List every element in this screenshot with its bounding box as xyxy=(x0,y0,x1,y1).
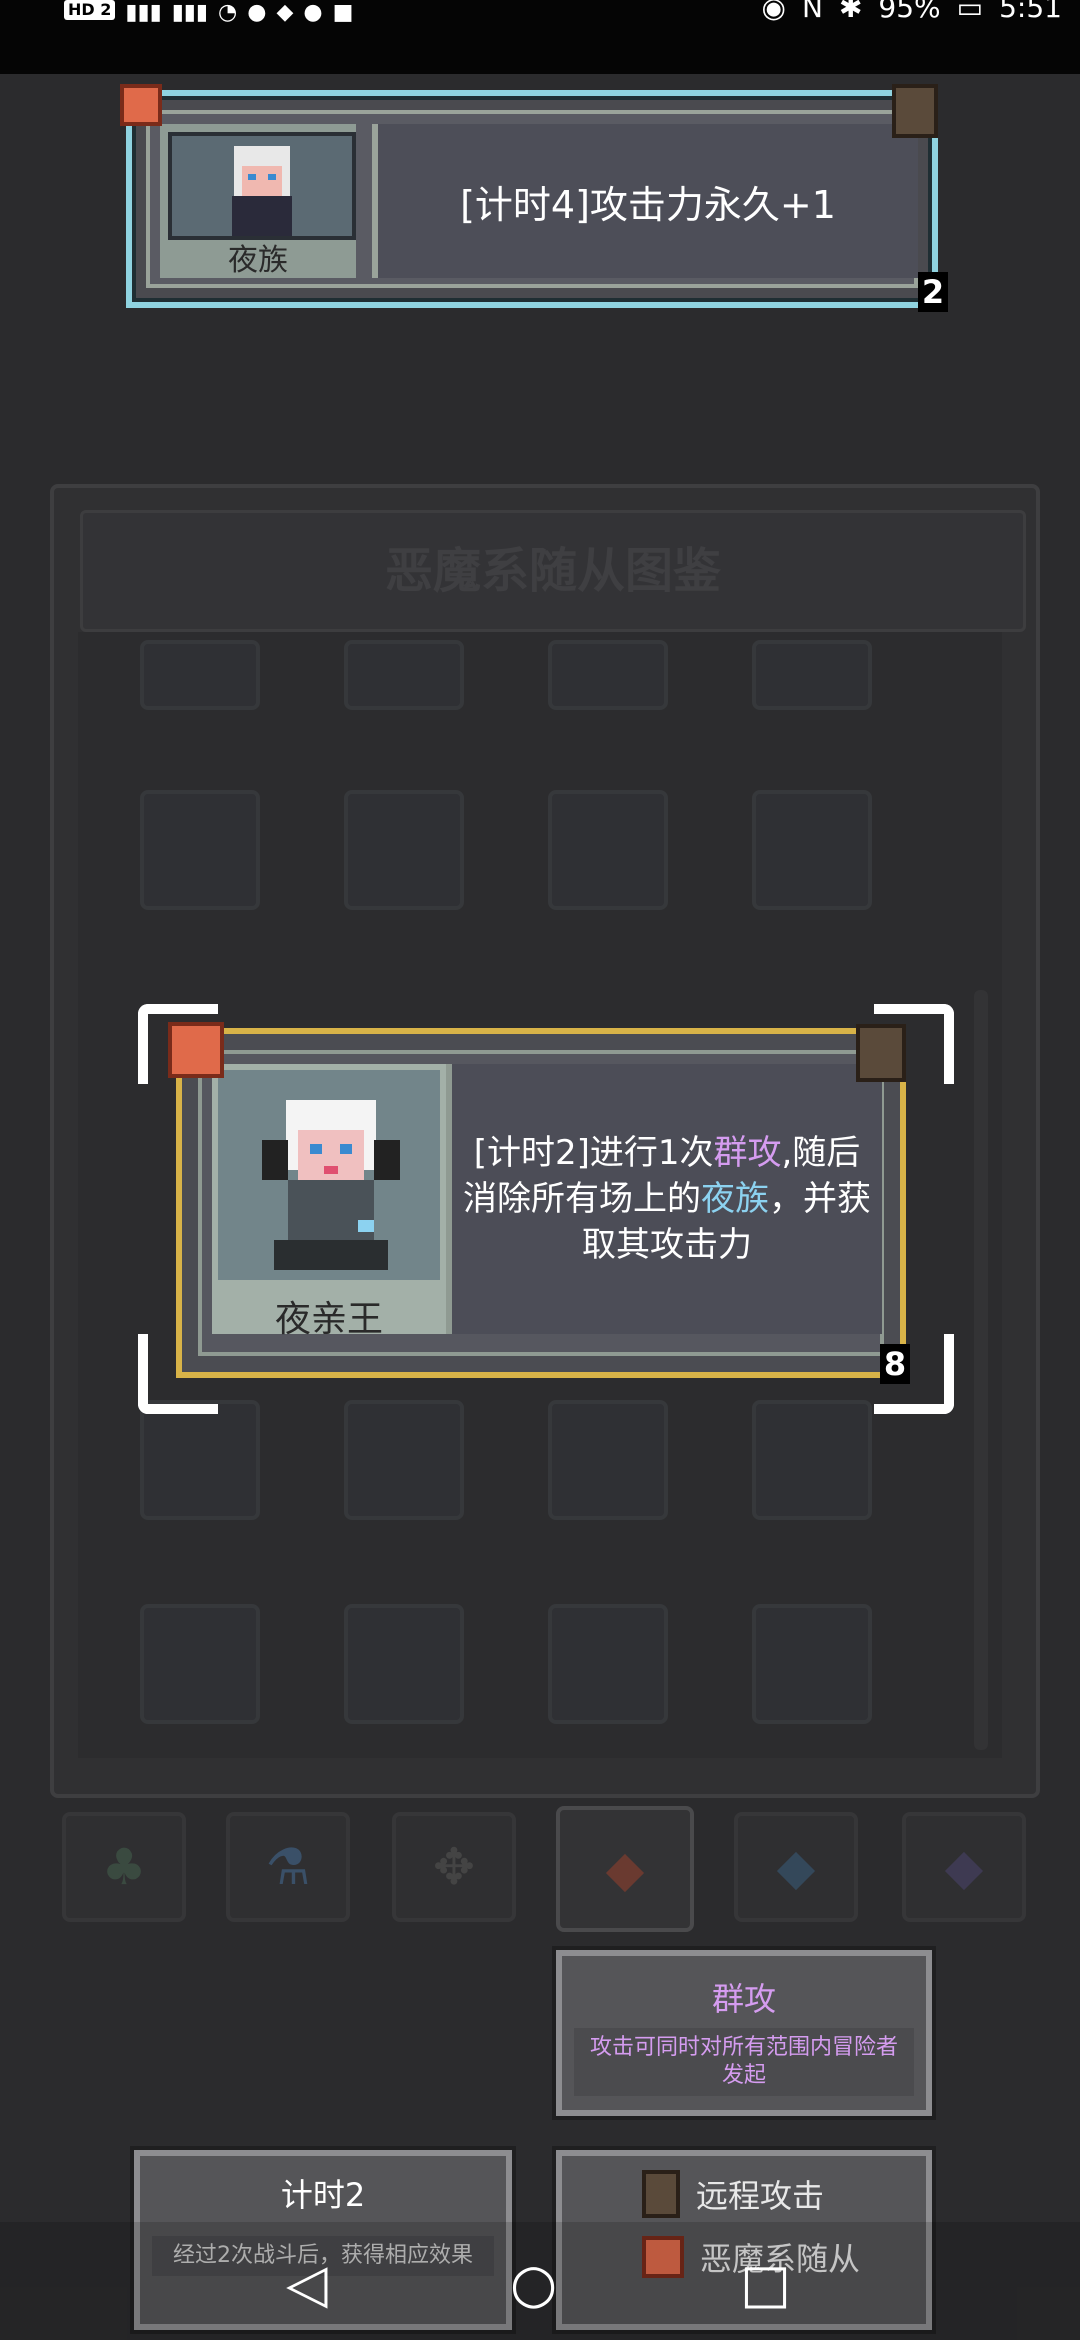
clover-icon: ♣ xyxy=(101,1838,147,1896)
battery-icon: ▭ xyxy=(956,0,984,24)
message-icon: ● xyxy=(303,0,323,25)
tab-gear[interactable]: ✥ xyxy=(392,1812,516,1922)
notification-icon: ● xyxy=(247,0,267,25)
status-bar-left: HD 2 ▮▮▮ ▮▮▮ ◔ ● ◆ ● ■ xyxy=(64,0,354,25)
demon-icon: ◆ xyxy=(605,1840,645,1898)
tooltip-title: 群攻 xyxy=(711,1980,776,2018)
keyword-tooltip: 群攻 攻击可同时对所有范围内冒险者发起 xyxy=(556,1950,932,2116)
description-segment: [计时2]进行1次 xyxy=(473,1133,714,1173)
tag-label: 远程攻击 xyxy=(696,2177,825,2215)
minion-slot[interactable] xyxy=(140,1400,260,1520)
minion-slot[interactable] xyxy=(752,1604,872,1724)
recents-button[interactable]: □ xyxy=(740,2252,791,2315)
tag-ranged: 远程攻击 xyxy=(642,2170,926,2218)
minion-slot[interactable] xyxy=(752,1400,872,1520)
bluetooth-icon: ✱ xyxy=(838,0,863,24)
notification-icon: ◆ xyxy=(276,0,294,25)
minion-slot[interactable] xyxy=(344,1604,464,1724)
minion-slot[interactable] xyxy=(548,1400,668,1520)
eye-icon: ◉ xyxy=(761,0,786,24)
minion-card-selected[interactable]: 夜亲王 [计时2]进行1次群攻,随后消除所有场上的夜族，并获取其攻击力 xyxy=(176,1028,906,1378)
hd-indicator: HD 2 xyxy=(64,0,116,20)
status-bar-right: ◉ N ✱ 95% ▭ 5:51 xyxy=(762,0,1062,24)
minion-sprite xyxy=(232,146,292,236)
level-tag: 8 xyxy=(880,1344,910,1384)
diamond-icon: ◆ xyxy=(944,1838,984,1896)
minion-slot[interactable] xyxy=(548,790,668,910)
gem-icon: ◆ xyxy=(776,1838,816,1896)
minion-portrait xyxy=(218,1070,440,1280)
minion-slot[interactable] xyxy=(548,1604,668,1724)
minion-slot[interactable] xyxy=(548,640,668,710)
minion-description: [计时2]进行1次群攻,随后消除所有场上的夜族，并获取其攻击力 xyxy=(446,1064,882,1334)
demon-badge-icon xyxy=(120,84,162,126)
tab-gem[interactable]: ◆ xyxy=(734,1812,858,1922)
tab-flask[interactable]: ⚗ xyxy=(226,1812,350,1922)
minion-slot[interactable] xyxy=(752,640,872,710)
gear-icon: ✥ xyxy=(433,1838,475,1896)
tooltip-title: 计时2 xyxy=(280,2176,366,2214)
minion-card-top[interactable]: 夜族 [计时4]攻击力永久+1 xyxy=(126,90,938,308)
home-button[interactable]: ○ xyxy=(510,2252,557,2315)
panel-title: 恶魔系随从图鉴 xyxy=(80,510,1026,632)
minion-name: 夜亲王 xyxy=(274,1299,383,1340)
minion-slot[interactable] xyxy=(344,640,464,710)
book-badge-icon xyxy=(892,84,938,138)
minion-slot[interactable] xyxy=(752,790,872,910)
signal-icon: ▮▮▮ xyxy=(125,0,162,25)
level-tag: 2 xyxy=(918,272,948,312)
minion-slot[interactable] xyxy=(140,640,260,710)
book-icon xyxy=(642,2170,680,2218)
minion-slot[interactable] xyxy=(344,790,464,910)
description-text: [计时2]进行1次群攻,随后消除所有场上的夜族，并获取其攻击力 xyxy=(462,1130,872,1268)
minion-slot[interactable] xyxy=(140,1604,260,1724)
tab-diamond[interactable]: ◆ xyxy=(902,1812,1026,1922)
clock: 5:51 xyxy=(999,0,1062,24)
keyword-night-clan[interactable]: 夜族 xyxy=(701,1179,769,1219)
tab-clover[interactable]: ♣ xyxy=(62,1812,186,1922)
battery-percent: 95% xyxy=(878,0,941,24)
scrollbar[interactable] xyxy=(974,990,988,1750)
notification-icon: ■ xyxy=(332,0,354,25)
minion-description: [计时4]攻击力永久+1 xyxy=(372,124,918,278)
minion-slot[interactable] xyxy=(140,790,260,910)
book-badge-icon xyxy=(856,1024,906,1082)
tab-demon[interactable]: ◆ xyxy=(556,1806,694,1932)
wifi-icon: ◔ xyxy=(218,0,238,25)
signal-icon: ▮▮▮ xyxy=(171,0,209,25)
back-button[interactable]: ◁ xyxy=(286,2252,328,2315)
minion-name: 夜族 xyxy=(228,243,288,278)
minion-slot[interactable] xyxy=(344,1400,464,1520)
minion-portrait xyxy=(168,132,356,240)
tooltip-body: 攻击可同时对所有范围内冒险者发起 xyxy=(574,2028,914,2096)
nfc-icon: N xyxy=(801,0,823,24)
demon-badge-icon xyxy=(168,1022,224,1078)
keyword-group-attack[interactable]: 群攻 xyxy=(713,1133,781,1173)
minion-sprite xyxy=(262,1100,400,1270)
flask-icon: ⚗ xyxy=(265,1838,311,1896)
